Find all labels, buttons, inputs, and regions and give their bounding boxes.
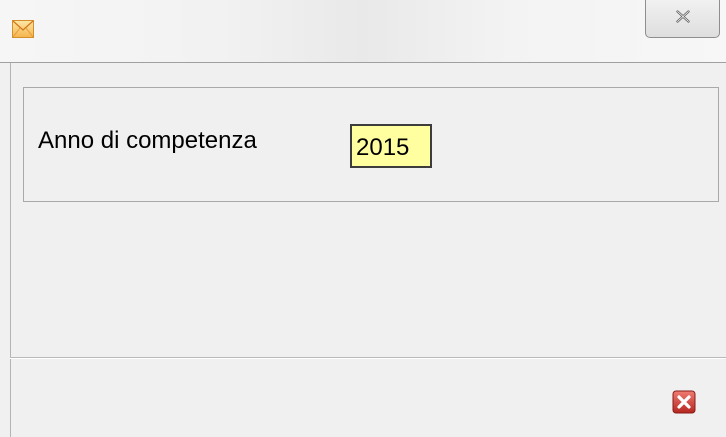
title-bar-divider [0,62,726,63]
dialog-window: Anno di competenza [0,0,726,437]
frame-left-border [10,63,11,437]
year-label: Anno di competenza [38,127,257,154]
exit-button[interactable] [672,390,696,414]
close-icon [676,10,690,23]
year-input[interactable] [350,124,432,168]
window-close-button[interactable] [645,0,720,38]
exit-icon [672,390,696,414]
envelope-icon [12,20,34,38]
title-bar[interactable] [0,0,726,62]
footer-divider-highlight [10,358,726,359]
